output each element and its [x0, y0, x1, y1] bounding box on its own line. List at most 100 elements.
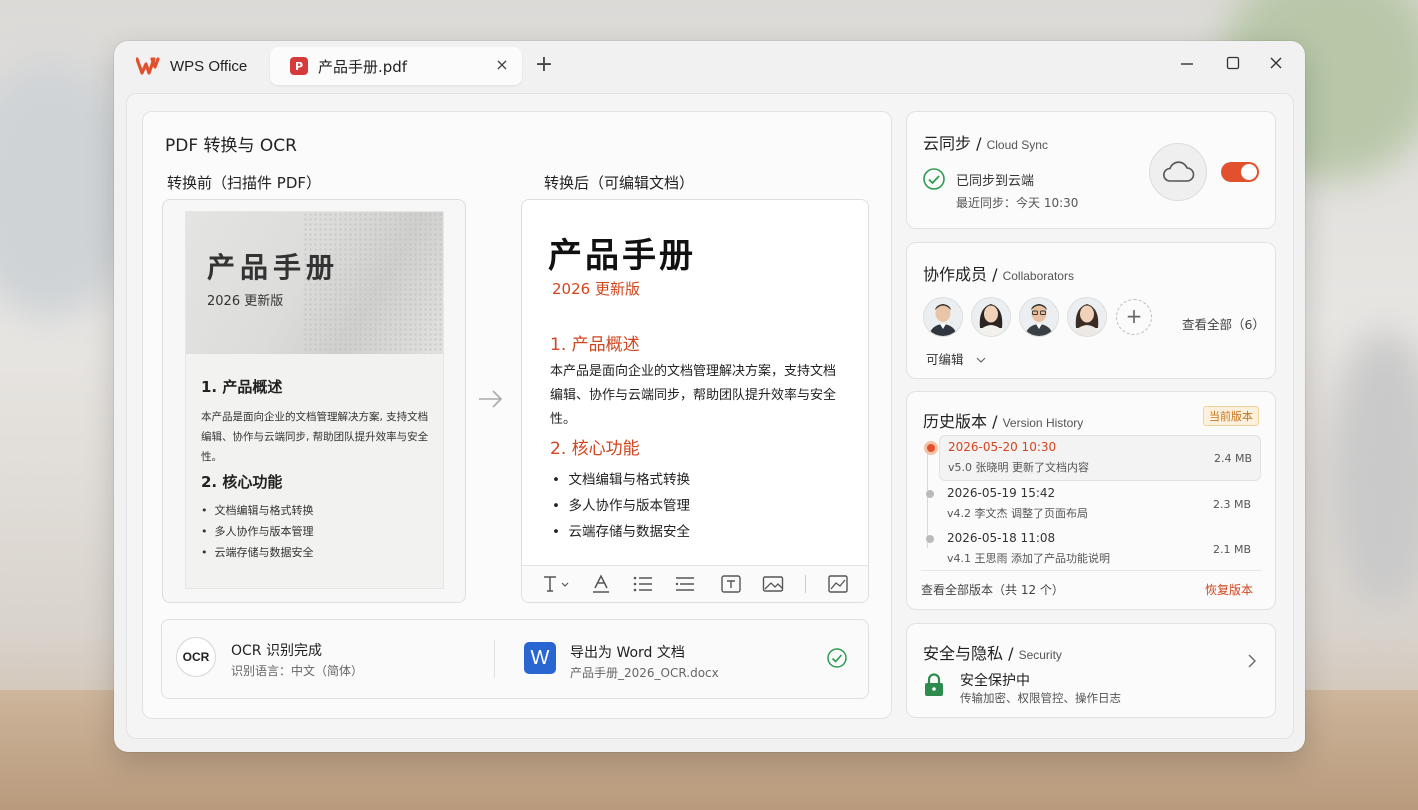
chevron-down-icon [976, 357, 985, 363]
cloud-sync-card: 云同步 / Cloud Sync 已同步到云端 最近同步：今天 10:30 [906, 111, 1276, 229]
sync-status: 已同步到云端 [956, 174, 1035, 189]
collaborators-title: 协作成员 / Collaborators [923, 265, 1074, 284]
doc-list-item[interactable]: • 多人协作与版本管理 [552, 494, 690, 514]
timeline-dot [924, 441, 938, 455]
version-size: 2.1 MB [1212, 543, 1251, 556]
ocr-language: 识别语言：中文（简体） [231, 664, 364, 678]
align-icon[interactable] [674, 574, 696, 594]
timeline-dot [926, 535, 934, 543]
view-all-versions-link[interactable]: 查看全部版本（共 12 个） [921, 581, 1064, 598]
view-all-members-link[interactable]: 查看全部（6） [1182, 314, 1265, 333]
before-label: 转换前（扫描件 PDF） [167, 174, 321, 192]
font-color-icon[interactable] [590, 574, 612, 594]
image-icon[interactable] [762, 574, 784, 594]
restore-version-button[interactable]: 恢复版本 [1205, 581, 1253, 598]
scan-subtitle: 2026 更新版 [207, 294, 284, 309]
text-style-icon[interactable] [542, 574, 572, 594]
doc-title[interactable]: 产品手册 [548, 228, 696, 277]
after-label: 转换后（可编辑文档） [544, 174, 695, 192]
ocr-status-title: OCR 识别完成 [231, 643, 322, 659]
close-tab-icon[interactable]: × [494, 57, 510, 73]
scan-list-item: • 文档编辑与格式转换 [201, 504, 314, 517]
version-meta: v4.1 王思雨 添加了产品功能说明 [947, 552, 1110, 565]
avatar[interactable] [923, 297, 963, 337]
strip-divider [494, 640, 495, 678]
permission-dropdown[interactable]: 可编辑 [926, 349, 986, 368]
conversion-status: OCR OCR 识别完成 识别语言：中文（简体） W 导出为 Word 文档 产… [161, 619, 869, 699]
scan-heading-2: 2. 核心功能 [201, 473, 283, 491]
avatar[interactable] [1067, 297, 1107, 337]
female-avatar-icon [1068, 298, 1106, 336]
version-size: 2.4 MB [1213, 452, 1252, 465]
security-detail: 传输加密、权限管控、操作日志 [960, 691, 1121, 705]
maximize-button[interactable] [1223, 55, 1243, 75]
current-version-badge: 当前版本 [1203, 406, 1259, 426]
doc-list-item[interactable]: • 云端存储与数据安全 [552, 520, 690, 540]
lock-icon [925, 673, 943, 696]
add-member-button[interactable]: + [1116, 299, 1152, 335]
scan-title: 产品手册 [207, 251, 340, 284]
avatar[interactable] [971, 297, 1011, 337]
scan-paragraph-line: 本产品是面向企业的文档管理解决方案, 支持文档 [201, 411, 429, 423]
sync-toggle[interactable] [1221, 162, 1259, 182]
doc-subtitle[interactable]: 2026 更新版 [552, 278, 640, 299]
title-bar: WPS Office P 产品手册.pdf × + [114, 41, 1305, 91]
export-title[interactable]: 导出为 Word 文档 [570, 642, 685, 662]
version-meta: v4.2 李文杰 调整了页面布局 [947, 507, 1088, 520]
toolbar-divider [805, 575, 806, 593]
minimize-button[interactable] [1177, 55, 1197, 75]
pdf-icon: P [290, 57, 308, 75]
security-card[interactable]: 安全与隐私 / Security 安全保护中 传输加密、权限管控、操作日志 [906, 623, 1276, 718]
export-filename[interactable]: 产品手册_2026_OCR.docx [570, 664, 719, 681]
version-history-card: 历史版本 / Version History 当前版本 2026-05-20 1… [906, 391, 1276, 610]
scan-heading-1: 1. 产品概述 [201, 378, 283, 396]
version-row[interactable]: 2026-05-18 11:08 v4.1 王思雨 添加了产品功能说明 2.1 … [926, 527, 1259, 571]
conversion-panel: PDF 转换与 OCR 转换前（扫描件 PDF） 转换后（可编辑文档） 产品手册… [142, 111, 892, 719]
arrow-right-icon [479, 390, 503, 408]
version-size: 2.3 MB [1212, 498, 1251, 511]
version-date: 2026-05-18 11:08 [947, 531, 1056, 545]
check-circle-icon [923, 168, 945, 190]
word-icon: W [524, 642, 556, 674]
doc-paragraph-line[interactable]: 编辑、协作与云端同步，帮助团队提升效率与安全性。 [550, 384, 850, 432]
version-date: 2026-05-20 10:30 [948, 440, 1057, 454]
collaborators-card: 协作成员 / Collaborators + 查看全部（6） 可编辑 [906, 242, 1276, 379]
text-box-icon[interactable] [720, 574, 742, 594]
doc-list-item[interactable]: • 文档编辑与格式转换 [552, 468, 690, 488]
version-row[interactable]: 2026-05-20 10:30 v5.0 张晓明 更新了文档内容 2.4 MB [924, 435, 1261, 481]
cloud-icon [1163, 161, 1195, 182]
converted-document-preview[interactable]: 产品手册 2026 更新版 1. 产品概述 本产品是面向企业的文档管理解决方案，… [521, 199, 869, 603]
chevron-right-icon[interactable] [1247, 654, 1257, 668]
avatar[interactable] [1019, 297, 1059, 337]
doc-heading-2[interactable]: 2. 核心功能 [550, 434, 640, 459]
tab-label: 产品手册.pdf [318, 57, 408, 76]
new-tab-button[interactable]: + [534, 54, 554, 78]
close-icon [1270, 57, 1282, 69]
male-avatar-icon [1020, 298, 1058, 336]
content-area: PDF 转换与 OCR 转换前（扫描件 PDF） 转换后（可编辑文档） 产品手册… [126, 93, 1294, 739]
doc-heading-1[interactable]: 1. 产品概述 [550, 330, 640, 355]
bullet-list-icon[interactable] [632, 574, 654, 594]
doc-paragraph-line[interactable]: 本产品是面向企业的文档管理解决方案，支持文档 [550, 360, 850, 384]
close-window-button[interactable] [1266, 55, 1286, 75]
editing-toolbar [522, 565, 868, 602]
scanned-document-preview[interactable]: 产品手册 2026 更新版 1. 产品概述 本产品是面向企业的文档管理解决方案,… [162, 199, 466, 603]
app-logo: WPS Office [136, 57, 247, 75]
scan-list-item: • 多人协作与版本管理 [201, 525, 314, 538]
scan-paragraph-line: 编辑、协作与云端同步, 帮助团队提升效率与安全性。 [201, 431, 429, 463]
document-tab[interactable]: P 产品手册.pdf × [270, 47, 522, 85]
version-row[interactable]: 2026-05-19 15:42 v4.2 李文杰 调整了页面布局 2.3 MB [926, 482, 1259, 526]
cloud-button[interactable] [1149, 143, 1207, 201]
cloud-sync-title: 云同步 / Cloud Sync [923, 134, 1048, 153]
history-divider [921, 570, 1261, 571]
version-date: 2026-05-19 15:42 [947, 486, 1056, 500]
scan-list-item: • 云端存储与数据安全 [201, 546, 314, 559]
female-avatar-icon [972, 298, 1010, 336]
security-status: 安全保护中 [960, 673, 1030, 689]
maximize-icon [1226, 56, 1240, 70]
security-title: 安全与隐私 / Security [923, 644, 1062, 663]
app-window: WPS Office P 产品手册.pdf × + PDF 转换与 OCR 转换… [114, 41, 1305, 752]
chart-icon[interactable] [827, 574, 849, 594]
app-title: WPS Office [170, 57, 248, 75]
timeline-line [927, 448, 928, 548]
